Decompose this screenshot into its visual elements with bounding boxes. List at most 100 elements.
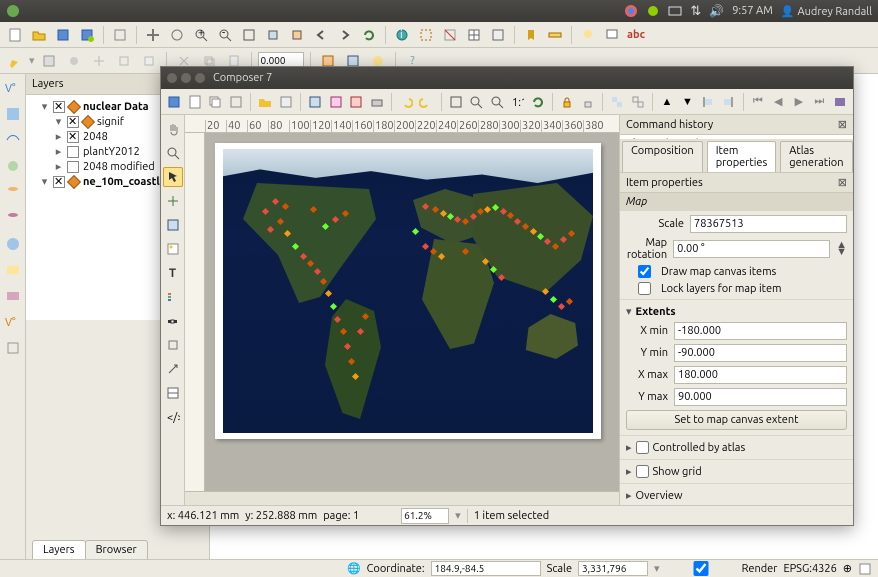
duplicate-icon[interactable] [206,91,225,113]
select-icon[interactable] [415,24,437,46]
export-svg-icon[interactable] [326,91,345,113]
unlock-icon[interactable] [578,91,597,113]
new-shapefile-icon[interactable] [3,338,23,358]
zoom-out2-icon[interactable] [488,91,507,113]
bookmark-icon[interactable] [520,24,542,46]
zoom-dropdown-icon[interactable]: ▾ [455,509,461,522]
new-doc-icon[interactable] [4,24,26,46]
extents-header[interactable]: ▾Extents [626,303,847,320]
delete-selected-icon[interactable] [138,50,160,72]
group-icon[interactable] [608,91,627,113]
save-icon[interactable] [52,24,74,46]
clock[interactable]: 9:57 AM [732,5,773,17]
export-image-icon[interactable] [306,91,325,113]
coord-input[interactable] [431,561,541,576]
atlas-prev-icon[interactable]: ◀ [769,91,788,113]
crs-icon[interactable]: ⊕ [843,562,852,575]
scale-dropdown-icon[interactable]: ▾ [654,562,660,575]
pan-icon[interactable] [142,24,164,46]
zoom-in2-icon[interactable] [467,91,486,113]
tab-atlas[interactable]: Atlas generation [780,141,852,172]
tab-layers[interactable]: Layers [32,540,86,559]
add-feature-icon[interactable] [63,50,85,72]
lock-layers-checkbox[interactable] [638,282,651,295]
scale-input[interactable] [578,561,648,576]
composer-titlebar[interactable]: Composer 7 [161,67,853,89]
select-tool-icon[interactable] [163,167,183,187]
zoom-full-icon[interactable] [238,24,260,46]
tips-icon[interactable] [577,24,599,46]
table-icon[interactable] [463,24,485,46]
add-html-icon[interactable]: </> [163,407,183,427]
atlas-checkbox[interactable] [636,441,649,454]
volume-icon[interactable]: 🔊 [709,4,724,18]
mssql-icon[interactable] [3,182,23,202]
deselect-icon[interactable] [439,24,461,46]
save-as-icon[interactable] [76,24,98,46]
text-layer-icon[interactable]: V° [3,312,23,332]
refresh2-icon[interactable] [529,91,548,113]
vector-layer-icon[interactable]: V° [3,78,23,98]
wfs-icon[interactable] [3,286,23,306]
ymin-input[interactable] [674,344,847,362]
save-template-icon[interactable] [276,91,295,113]
zoom-out-icon[interactable]: - [214,24,236,46]
atlas-preview-icon[interactable] [831,91,850,113]
overview-header[interactable]: ▸Overview [626,487,847,504]
zoom-tool-icon[interactable] [163,143,183,163]
user-menu[interactable]: 👤Audrey Randall [781,5,872,18]
render-checkbox[interactable] [666,561,736,576]
edit-pencil-icon[interactable] [4,50,26,72]
map-item[interactable] [223,149,593,433]
crs[interactable]: EPSG:4326 [783,563,836,575]
pan-to-selection-icon[interactable] [166,24,188,46]
chrome-icon[interactable] [624,4,638,18]
node-tool-icon[interactable] [113,50,135,72]
tab-browser[interactable]: Browser [85,540,148,559]
pan-tool-icon[interactable] [163,119,183,139]
zoom-next-icon[interactable] [334,24,356,46]
wms-icon[interactable] [3,234,23,254]
zoom-actual-icon[interactable]: 1:1 [508,91,527,113]
xmax-input[interactable] [674,366,847,384]
zoom-selection-icon[interactable] [286,24,308,46]
add-table-icon[interactable] [163,383,183,403]
export-pdf-icon[interactable] [347,91,366,113]
atlas-first-icon[interactable]: ⏮ [749,91,768,113]
add-map-icon[interactable] [163,215,183,235]
measure-icon[interactable] [544,24,566,46]
identify-icon[interactable]: i [391,24,413,46]
tab-item-properties[interactable]: Item properties [707,141,777,172]
add-scalebar-icon[interactable] [163,311,183,331]
tab-composition[interactable]: Composition [622,141,703,172]
align-left-icon[interactable] [699,91,718,113]
ymax-input[interactable] [674,388,847,406]
show-grid-header[interactable]: ▸ Show grid [626,463,847,480]
align-right-icon[interactable] [719,91,738,113]
zoom-layer-icon[interactable] [262,24,284,46]
zoom-last-icon[interactable] [310,24,332,46]
raise-icon[interactable]: ▲ [658,91,677,113]
scale-input[interactable] [690,215,847,233]
add-shape-icon[interactable] [163,335,183,355]
composer-icon[interactable] [109,24,131,46]
add-legend-icon[interactable] [163,287,183,307]
spin-down-icon[interactable]: ▼ [836,249,847,256]
open-icon[interactable] [28,24,50,46]
set-extent-button[interactable]: Set to map canvas extent [626,410,847,430]
mail-icon[interactable] [668,4,682,18]
annotation-icon[interactable] [601,24,623,46]
field-calc-icon[interactable] [487,24,509,46]
wcs-icon[interactable] [3,260,23,280]
ungroup-icon[interactable] [628,91,647,113]
grid-checkbox[interactable] [636,465,649,478]
composer-canvas[interactable] [205,133,619,491]
load-template-icon[interactable] [256,91,275,113]
add-arrow-icon[interactable] [163,359,183,379]
save-project-icon[interactable] [165,91,184,113]
close-icon[interactable]: ⊠ [838,118,847,131]
lower-icon[interactable]: ▼ [678,91,697,113]
zoom-in-icon[interactable]: + [190,24,212,46]
scrollbar-horizontal[interactable] [185,491,619,505]
atlas-last-icon[interactable]: ⏭ [810,91,829,113]
